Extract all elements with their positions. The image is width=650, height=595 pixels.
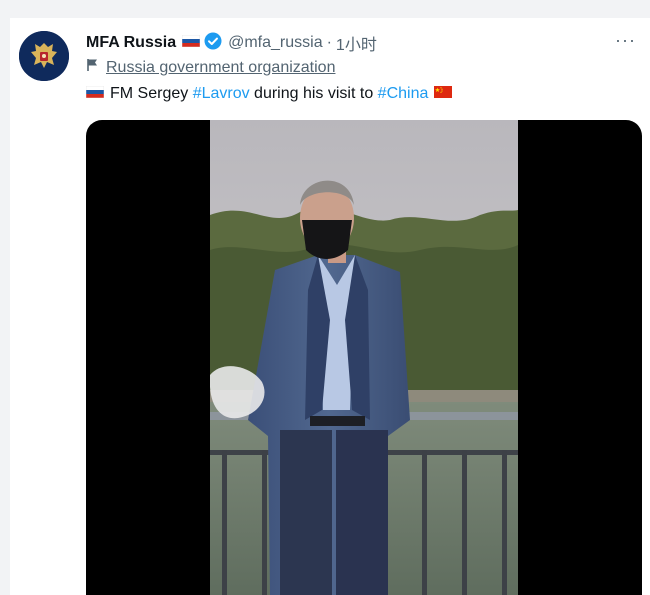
russia-flag-icon xyxy=(181,34,201,52)
separator: · xyxy=(326,34,332,51)
tweet-text: FM Sergey #Lavrov during his visit to #C… xyxy=(85,85,453,103)
timestamp[interactable]: 1小时 xyxy=(336,31,377,55)
tweet-header: MFA Russia @mfa_russia · 1小时 xyxy=(86,32,377,54)
more-options-button[interactable]: ··· xyxy=(615,30,636,51)
hashtag-lavrov-link[interactable]: #Lavrov xyxy=(193,85,250,103)
government-label: Russia government organization xyxy=(86,58,335,77)
tweet-card[interactable]: MFA Russia @mfa_russia · 1小时 ··· Russia … xyxy=(10,18,650,595)
author-name[interactable]: MFA Russia xyxy=(86,34,176,52)
tweet-text-middle: during his visit to xyxy=(249,85,378,102)
video-frame xyxy=(210,120,518,595)
avatar[interactable] xyxy=(19,31,69,81)
verified-badge-icon xyxy=(204,32,222,55)
hashtag-china-link[interactable]: #China xyxy=(378,85,429,103)
russia-flag-icon xyxy=(85,85,105,103)
coat-of-arms-icon xyxy=(19,31,69,81)
government-label-link[interactable]: Russia government organization xyxy=(106,59,335,77)
tweet-text-prefix: FM Sergey xyxy=(110,85,193,102)
china-flag-icon xyxy=(434,85,453,103)
flag-outline-icon xyxy=(86,58,100,77)
author-handle[interactable]: @mfa_russia xyxy=(228,34,323,52)
video-player[interactable] xyxy=(86,120,642,595)
